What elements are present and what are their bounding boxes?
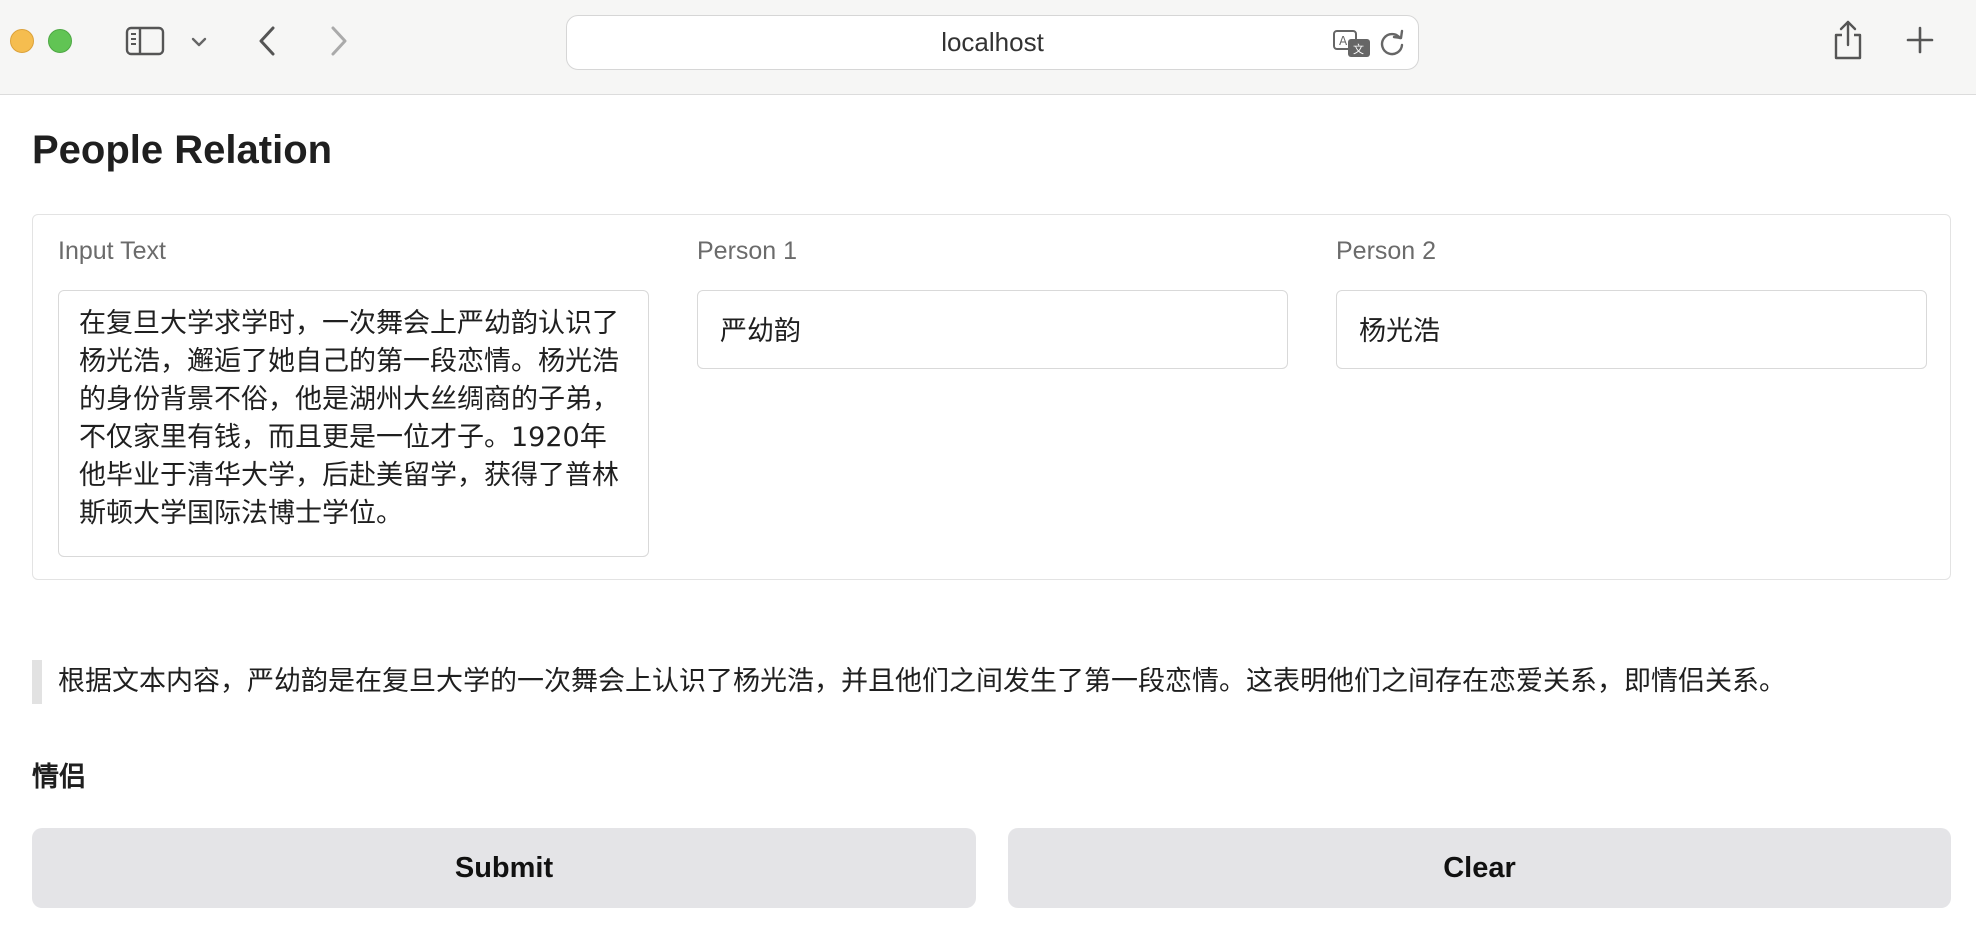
minimize-window-button[interactable]	[10, 29, 34, 53]
svg-text:文: 文	[1353, 42, 1364, 56]
relation-result: 情侣	[32, 762, 86, 793]
address-bar[interactable]: localhost A 文	[566, 15, 1419, 70]
plus-icon[interactable]	[1902, 22, 1938, 58]
clear-button[interactable]: Clear	[1008, 828, 1951, 908]
svg-text:A: A	[1339, 34, 1348, 48]
back-arrow-icon[interactable]	[250, 22, 286, 60]
explanation-text: 根据文本内容，严幼韵是在复旦大学的一次舞会上认识了杨光浩，并且他们之间发生了第一…	[32, 660, 1951, 704]
person2-label: Person 2	[1336, 237, 1437, 265]
translate-icon[interactable]: A 文	[1332, 28, 1372, 60]
sidebar-toggle-icon[interactable]	[124, 24, 166, 58]
address-text: localhost	[941, 27, 1044, 57]
person2-input[interactable]: 杨光浩	[1336, 290, 1927, 369]
person1-label: Person 1	[697, 237, 798, 265]
input-text-label: Input Text	[58, 237, 166, 265]
browser-toolbar: localhost A 文	[0, 0, 1976, 95]
zoom-window-button[interactable]	[48, 29, 72, 53]
person1-input[interactable]: 严幼韵	[697, 290, 1288, 369]
submit-button[interactable]: Submit	[32, 828, 976, 908]
page-title: People Relation	[32, 128, 333, 172]
chevron-down-icon[interactable]	[186, 30, 212, 54]
share-icon[interactable]	[1830, 18, 1866, 62]
reload-icon[interactable]	[1378, 28, 1408, 60]
input-form-panel: Input Text 在复旦大学求学时，一次舞会上严幼韵认识了杨光浩，邂逅了她自…	[32, 214, 1951, 580]
forward-arrow-icon[interactable]	[320, 22, 356, 60]
input-text-area[interactable]: 在复旦大学求学时，一次舞会上严幼韵认识了杨光浩，邂逅了她自己的第一段恋情。杨光浩…	[58, 290, 649, 557]
